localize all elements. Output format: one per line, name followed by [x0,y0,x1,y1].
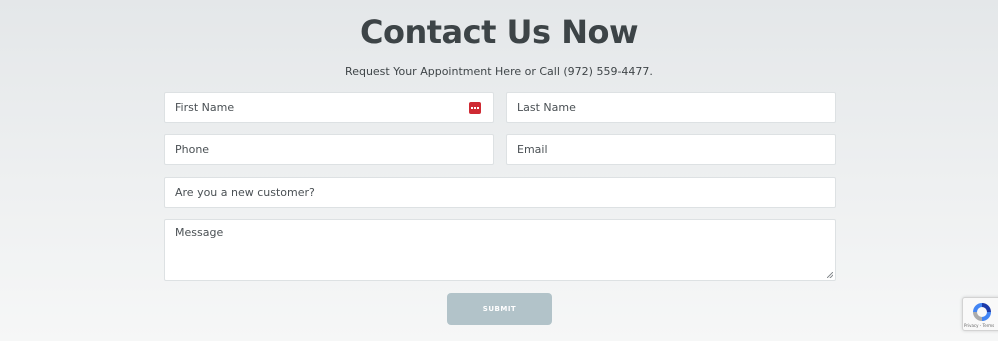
phone-input[interactable] [165,135,493,164]
resize-handle-icon[interactable] [827,272,833,278]
appointment-subtitle: Request Your Appointment Here or Call (9… [345,65,653,78]
recaptcha-links[interactable]: Privacy - Terms [964,323,994,328]
last-name-field-wrapper [506,92,836,123]
email-field-wrapper [506,134,836,165]
submit-button[interactable]: SUBMIT [447,293,552,325]
recaptcha-icon [973,303,991,321]
first-name-input[interactable] [165,93,493,122]
password-manager-icon[interactable] [469,102,481,114]
message-textarea[interactable] [165,220,835,280]
recaptcha-badge[interactable]: Privacy - Terms [962,297,998,331]
page-title: Contact Us Now [359,13,639,51]
last-name-input[interactable] [507,93,835,122]
message-field-wrapper [164,219,836,281]
new-customer-field-wrapper [164,177,836,208]
email-input[interactable] [507,135,835,164]
first-name-field-wrapper [164,92,494,123]
phone-field-wrapper [164,134,494,165]
new-customer-input[interactable] [165,178,835,207]
